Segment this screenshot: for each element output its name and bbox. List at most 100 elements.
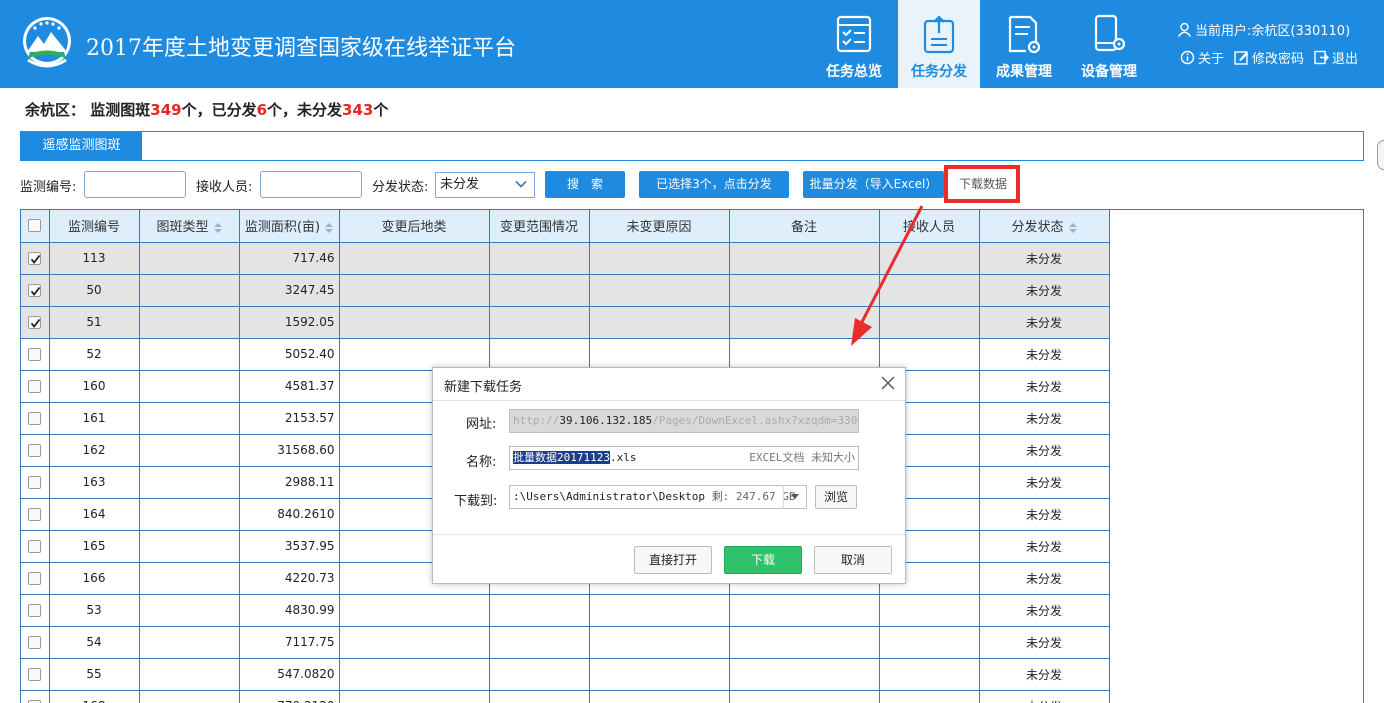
cancel-button[interactable]: 取消 [814, 546, 892, 574]
row-select-cell[interactable] [21, 402, 50, 435]
nav-device-management[interactable]: 设备管理 [1068, 0, 1150, 88]
close-icon[interactable] [881, 376, 895, 390]
cell-monitor-area: 547.0820 [239, 658, 340, 691]
row-checkbox[interactable] [28, 284, 42, 297]
assign-selected-button[interactable]: 已选择3个，点击分发 [639, 171, 789, 198]
row-checkbox[interactable] [28, 252, 42, 265]
cell-monitor-area: 31568.60 [239, 434, 340, 467]
download-button[interactable]: 下载 [724, 546, 802, 574]
select-all-checkbox[interactable] [28, 219, 42, 233]
col-status[interactable]: 分发状态 [979, 210, 1110, 243]
row-checkbox[interactable] [28, 508, 42, 521]
about-link[interactable]: 关于 [1180, 48, 1224, 67]
batch-assign-button[interactable]: 批量分发（导入Excel） [803, 171, 944, 198]
row-checkbox[interactable] [28, 604, 42, 617]
cell-receiver [879, 658, 980, 691]
row-checkbox[interactable] [28, 444, 42, 457]
row-select-cell[interactable] [21, 242, 50, 275]
table-row[interactable]: 53 4830.99 未分发 [21, 594, 1110, 627]
row-select-cell[interactable] [21, 530, 50, 563]
nav-task-distribution[interactable]: 任务分发 [898, 0, 980, 88]
row-select-cell[interactable] [21, 562, 50, 595]
logout-link[interactable]: 退出 [1314, 48, 1358, 67]
dialog-divider [433, 400, 905, 401]
cell-monitor-area: 4581.37 [239, 370, 340, 403]
cell-unchanged-reason [589, 242, 730, 275]
row-select-cell[interactable] [21, 594, 50, 627]
table-row[interactable]: 168 779.2120 未分发 [21, 690, 1110, 703]
save-path-select[interactable]: :\Users\Administrator\Desktop 剩: 247.67 … [509, 485, 807, 509]
cell-monitor-no: 168 [49, 690, 140, 703]
row-checkbox[interactable] [28, 540, 42, 553]
row-checkbox[interactable] [28, 316, 42, 329]
tab-bar: 遥感监测图斑 [20, 131, 1364, 161]
row-select-cell[interactable] [21, 370, 50, 403]
row-checkbox[interactable] [28, 572, 42, 585]
col-monitor-area[interactable]: 监测面积(亩) [239, 210, 340, 243]
save-path-dropdown[interactable] [783, 485, 807, 509]
cell-status: 未分发 [979, 274, 1110, 307]
row-select-cell[interactable] [21, 626, 50, 659]
monitor-no-input[interactable] [84, 171, 186, 198]
search-button[interactable]: 搜 索 [545, 171, 625, 198]
col-patch-type[interactable]: 图斑类型 [139, 210, 240, 243]
open-directly-button[interactable]: 直接打开 [634, 546, 712, 574]
row-checkbox[interactable] [28, 668, 42, 681]
row-select-cell[interactable] [21, 658, 50, 691]
row-select-cell[interactable] [21, 690, 50, 703]
cell-patch-type [139, 498, 240, 531]
table-row[interactable]: 113 717.46 未分发 [21, 242, 1110, 275]
row-checkbox[interactable] [28, 476, 42, 489]
url-field: http://39.106.132.185/Pages/DownExcel.as… [509, 409, 859, 433]
cell-change-scope [489, 690, 590, 703]
row-checkbox[interactable] [28, 636, 42, 649]
filename-input[interactable]: 批量数据20171123.xls EXCEL文档 未知大小 [509, 446, 859, 470]
cell-monitor-area: 840.2610 [239, 498, 340, 531]
cell-patch-type [139, 466, 240, 499]
row-checkbox[interactable] [28, 348, 42, 361]
row-select-cell[interactable] [21, 338, 50, 371]
col-unchanged-reason[interactable]: 未变更原因 [589, 210, 730, 243]
receiver-input[interactable] [260, 171, 362, 198]
dialog-title: 新建下载任务 [444, 380, 523, 395]
cell-status: 未分发 [979, 562, 1110, 595]
row-select-cell[interactable] [21, 306, 50, 339]
col-change-scope[interactable]: 变更范围情况 [489, 210, 590, 243]
cell-monitor-area: 7117.75 [239, 626, 340, 659]
cell-monitor-no: 164 [49, 498, 140, 531]
nav-task-overview[interactable]: 任务总览 [813, 0, 895, 88]
col-monitor-no[interactable]: 监测编号 [49, 210, 140, 243]
col-receiver[interactable]: 接收人员 [879, 210, 980, 243]
nav-result-management[interactable]: 成果管理 [983, 0, 1065, 88]
table-row[interactable]: 51 1592.05 未分发 [21, 306, 1110, 339]
cell-receiver [879, 338, 980, 371]
table-row[interactable]: 54 7117.75 未分发 [21, 626, 1110, 659]
edit-icon [1234, 51, 1249, 65]
cell-change-scope [489, 306, 590, 339]
row-select-cell[interactable] [21, 274, 50, 307]
status-select[interactable]: 未分发 [435, 172, 535, 198]
table-row[interactable]: 50 3247.45 未分发 [21, 274, 1110, 307]
col-remark[interactable]: 备注 [729, 210, 880, 243]
row-select-cell[interactable] [21, 434, 50, 467]
table-row[interactable]: 52 5052.40 未分发 [21, 338, 1110, 371]
cell-monitor-no: 160 [49, 370, 140, 403]
row-checkbox[interactable] [28, 412, 42, 425]
cell-monitor-area: 717.46 [239, 242, 340, 275]
info-icon [1180, 50, 1195, 65]
cell-status: 未分发 [979, 594, 1110, 627]
page-scroll-handle[interactable] [1377, 140, 1384, 170]
row-select-cell[interactable] [21, 498, 50, 531]
change-password-link[interactable]: 修改密码 [1234, 48, 1304, 67]
browse-button[interactable]: 浏览 [815, 485, 857, 509]
total-count: 349 [150, 101, 182, 119]
cell-patch-type [139, 434, 240, 467]
row-checkbox[interactable] [28, 380, 42, 393]
cell-status: 未分发 [979, 306, 1110, 339]
col-land-class-after[interactable]: 变更后地类 [339, 210, 490, 243]
tab-remote-sensing-patches[interactable]: 遥感监测图斑 [21, 132, 142, 160]
table-row[interactable]: 55 547.0820 未分发 [21, 658, 1110, 691]
row-select-cell[interactable] [21, 466, 50, 499]
select-all-cell[interactable] [21, 210, 50, 243]
cell-land-class-after [339, 594, 490, 627]
